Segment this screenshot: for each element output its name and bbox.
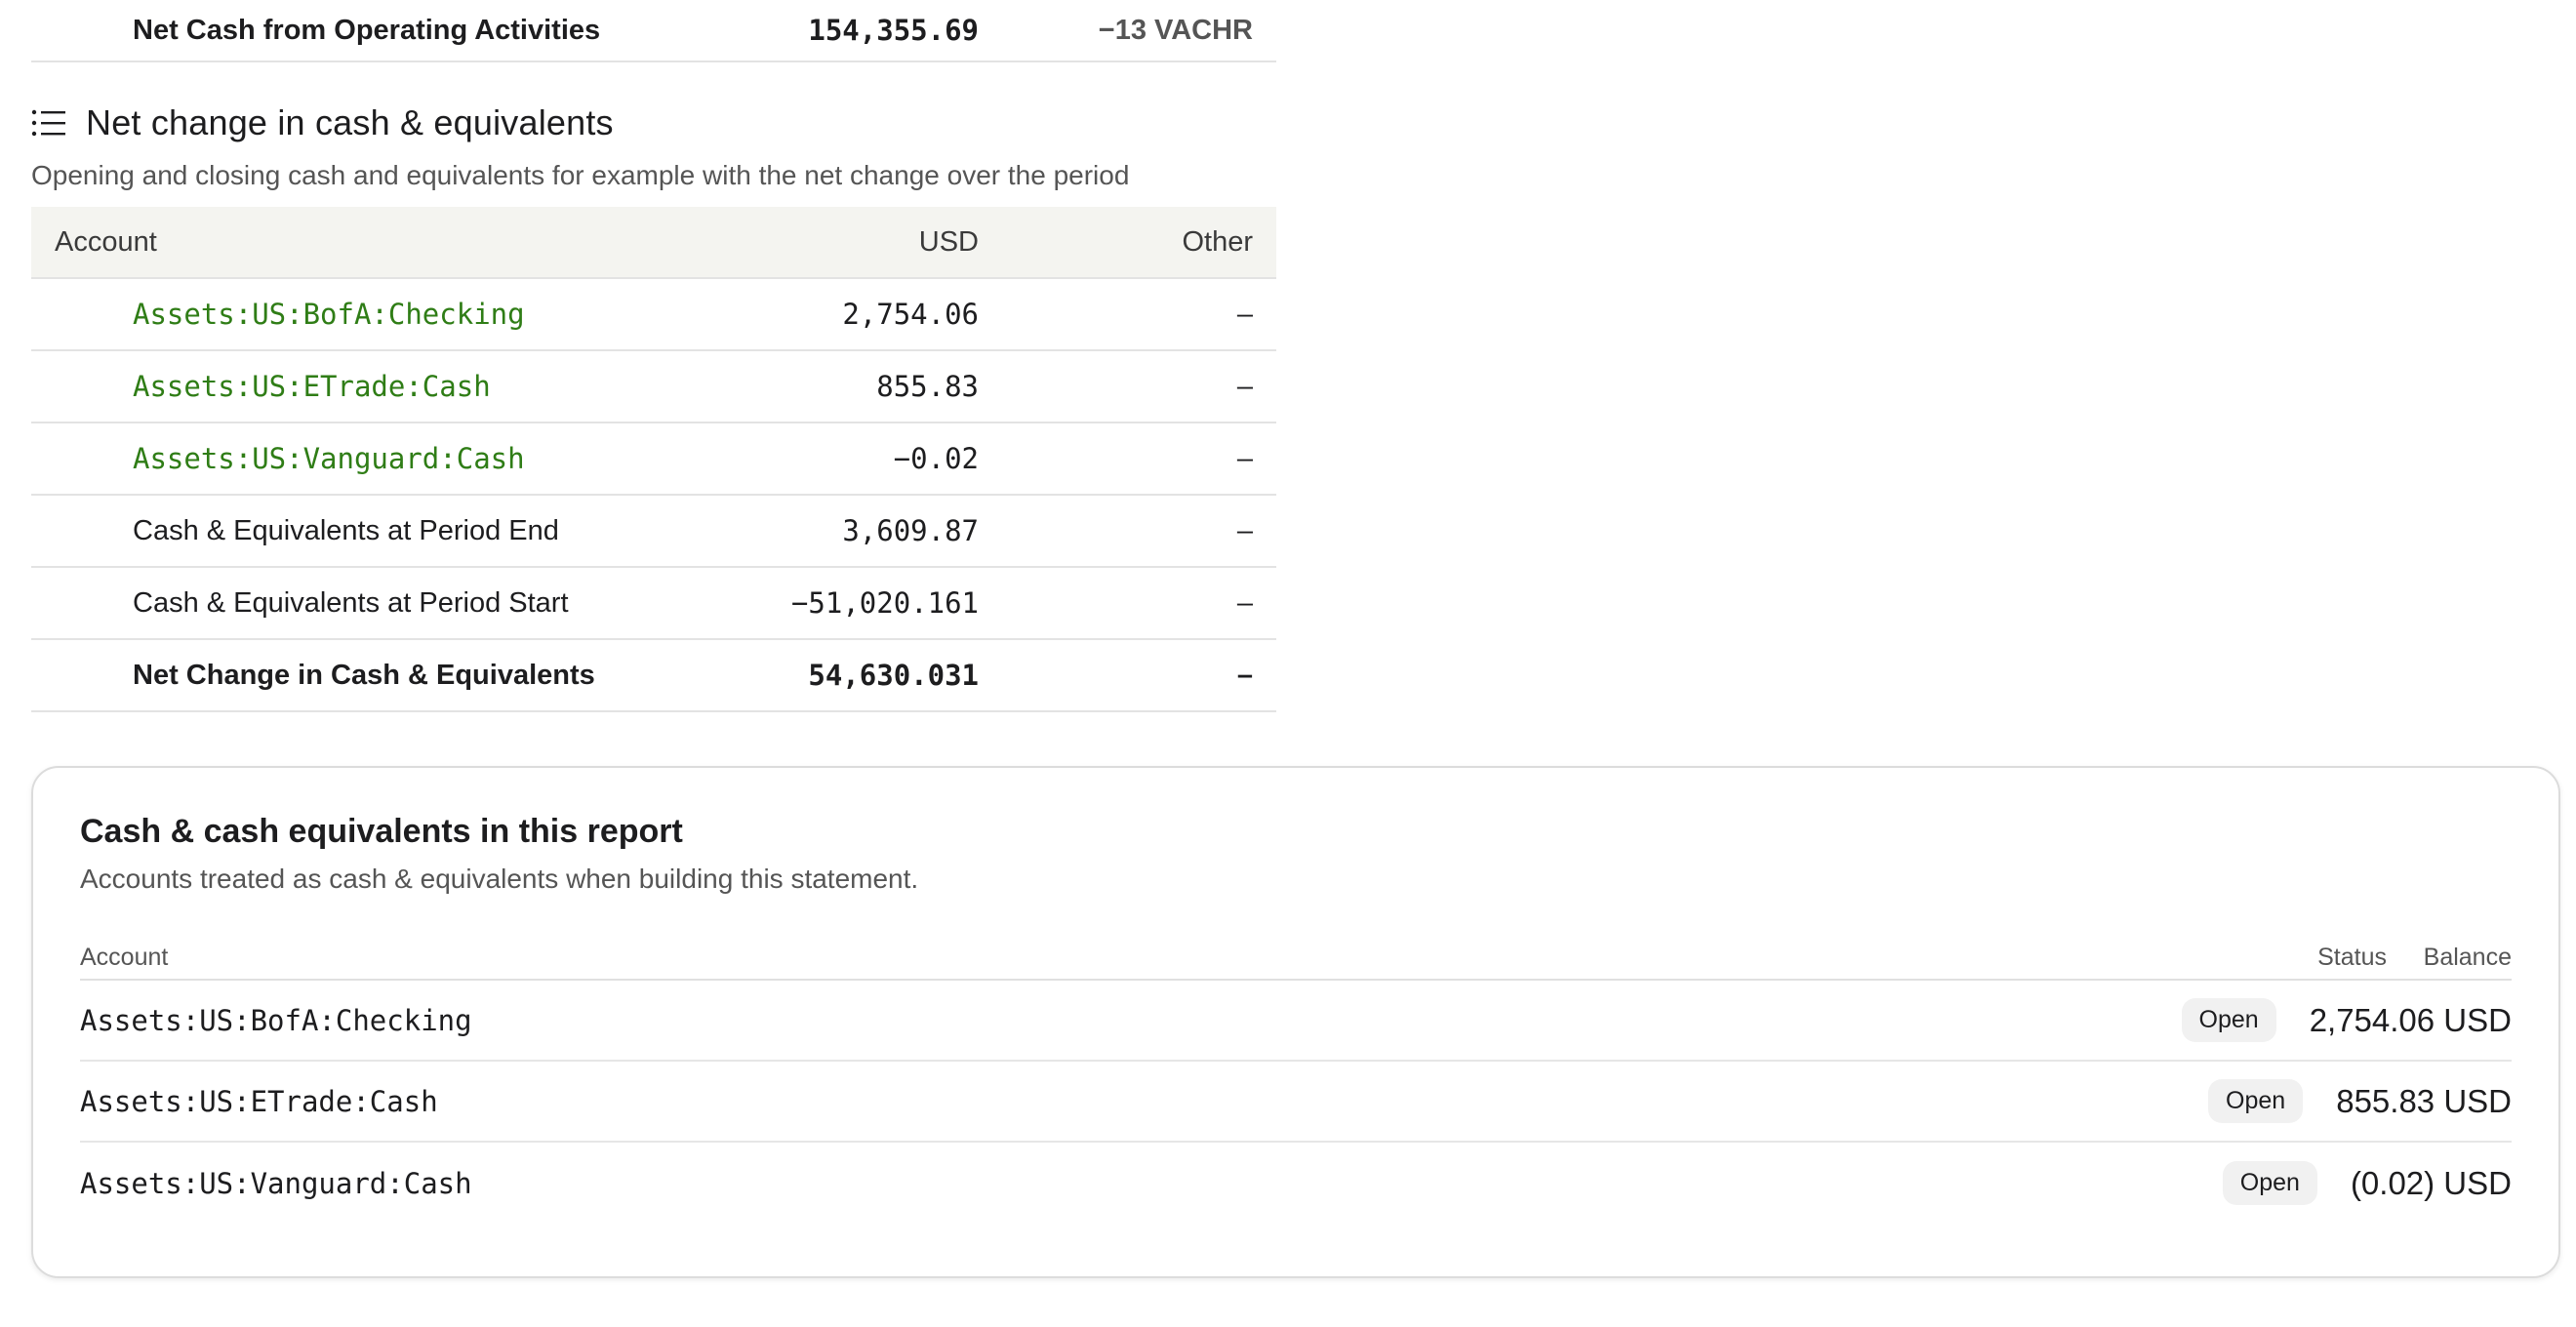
operating-total-other: −13 VACHR: [1098, 14, 1253, 46]
cash-flow-page: Net Cash from Operating Activities 154,3…: [0, 0, 2576, 1327]
table-row: Assets:US:BofA:Checking 2,754.06 –: [31, 279, 1276, 351]
card-title: Cash & cash equivalents in this report: [80, 813, 683, 850]
account-link-vanguard-cash[interactable]: Assets:US:Vanguard:Cash: [133, 442, 525, 475]
account-name: Assets:US:BofA:Checking: [80, 1003, 472, 1037]
column-header-account: Account: [80, 943, 169, 971]
other-value: –: [1236, 442, 1253, 474]
total-label: Net Change in Cash & Equivalents: [133, 659, 595, 691]
balance-value: 2,754.06 USD: [2309, 1001, 2512, 1038]
cash-flow-section: Net Cash from Operating Activities 154,3…: [31, 0, 1276, 712]
usd-value: 3,609.87: [842, 514, 979, 547]
cash-equivalents-card: Cash & cash equivalents in this report A…: [31, 766, 2560, 1278]
usd-value: −51,020.161: [790, 586, 979, 620]
row-label: Cash & Equivalents at Period End: [133, 514, 559, 546]
column-header-other: Other: [1182, 225, 1253, 258]
net-change-total-row: Net Change in Cash & Equivalents 54,630.…: [31, 640, 1276, 712]
net-change-header: Net change in cash & equivalents: [31, 100, 1276, 146]
net-change-table-header: Account USD Other: [31, 207, 1276, 279]
column-header-account: Account: [55, 225, 157, 258]
operating-total-usd: 154,355.69: [808, 14, 979, 47]
usd-value: 855.83: [876, 370, 979, 403]
section-description: Opening and closing cash and equivalents…: [31, 160, 1130, 190]
column-header-usd: USD: [918, 225, 979, 258]
card-description: Accounts treated as cash & equivalents w…: [80, 864, 919, 894]
account-link-bofa-checking[interactable]: Assets:US:BofA:Checking: [133, 298, 525, 331]
cash-accounts-header: Account Status Balance: [80, 936, 2512, 981]
row-label: Cash & Equivalents at Period Start: [133, 586, 569, 619]
account-name: Assets:US:ETrade:Cash: [80, 1084, 438, 1118]
table-row: Cash & Equivalents at Period End 3,609.8…: [31, 496, 1276, 568]
column-header-status: Status: [2317, 943, 2387, 971]
list-item: Assets:US:ETrade:Cash Open 855.83 USD: [80, 1062, 2512, 1143]
account-name: Assets:US:Vanguard:Cash: [80, 1166, 472, 1200]
other-value: –: [1236, 586, 1253, 619]
table-row: Cash & Equivalents at Period Start −51,0…: [31, 568, 1276, 640]
operating-total-label: Net Cash from Operating Activities: [133, 14, 601, 46]
list-item: Assets:US:Vanguard:Cash Open (0.02) USD: [80, 1143, 2512, 1224]
usd-value: −0.02: [893, 442, 979, 475]
account-link-etrade-cash[interactable]: Assets:US:ETrade:Cash: [133, 370, 491, 403]
list-icon: [31, 109, 65, 137]
status-badge: Open: [2181, 998, 2276, 1042]
total-other: –: [1236, 659, 1253, 691]
section-title: Net change in cash & equivalents: [86, 102, 614, 142]
table-row: Assets:US:ETrade:Cash 855.83 –: [31, 351, 1276, 423]
status-badge: Open: [2208, 1079, 2304, 1123]
balance-value: (0.02) USD: [2350, 1164, 2512, 1201]
operating-total-row: Net Cash from Operating Activities 154,3…: [31, 0, 1276, 62]
other-value: –: [1236, 514, 1253, 546]
column-header-balance: Balance: [2423, 943, 2512, 971]
balance-value: 855.83 USD: [2336, 1082, 2512, 1119]
table-row: Assets:US:Vanguard:Cash −0.02 –: [31, 423, 1276, 496]
other-value: –: [1236, 298, 1253, 330]
total-usd: 54,630.031: [808, 659, 979, 692]
status-badge: Open: [2222, 1161, 2317, 1205]
cash-accounts-table: Account Status Balance Assets:US:BofA:Ch…: [80, 936, 2512, 1224]
usd-value: 2,754.06: [842, 298, 979, 331]
list-item: Assets:US:BofA:Checking Open 2,754.06 US…: [80, 981, 2512, 1062]
other-value: –: [1236, 370, 1253, 402]
